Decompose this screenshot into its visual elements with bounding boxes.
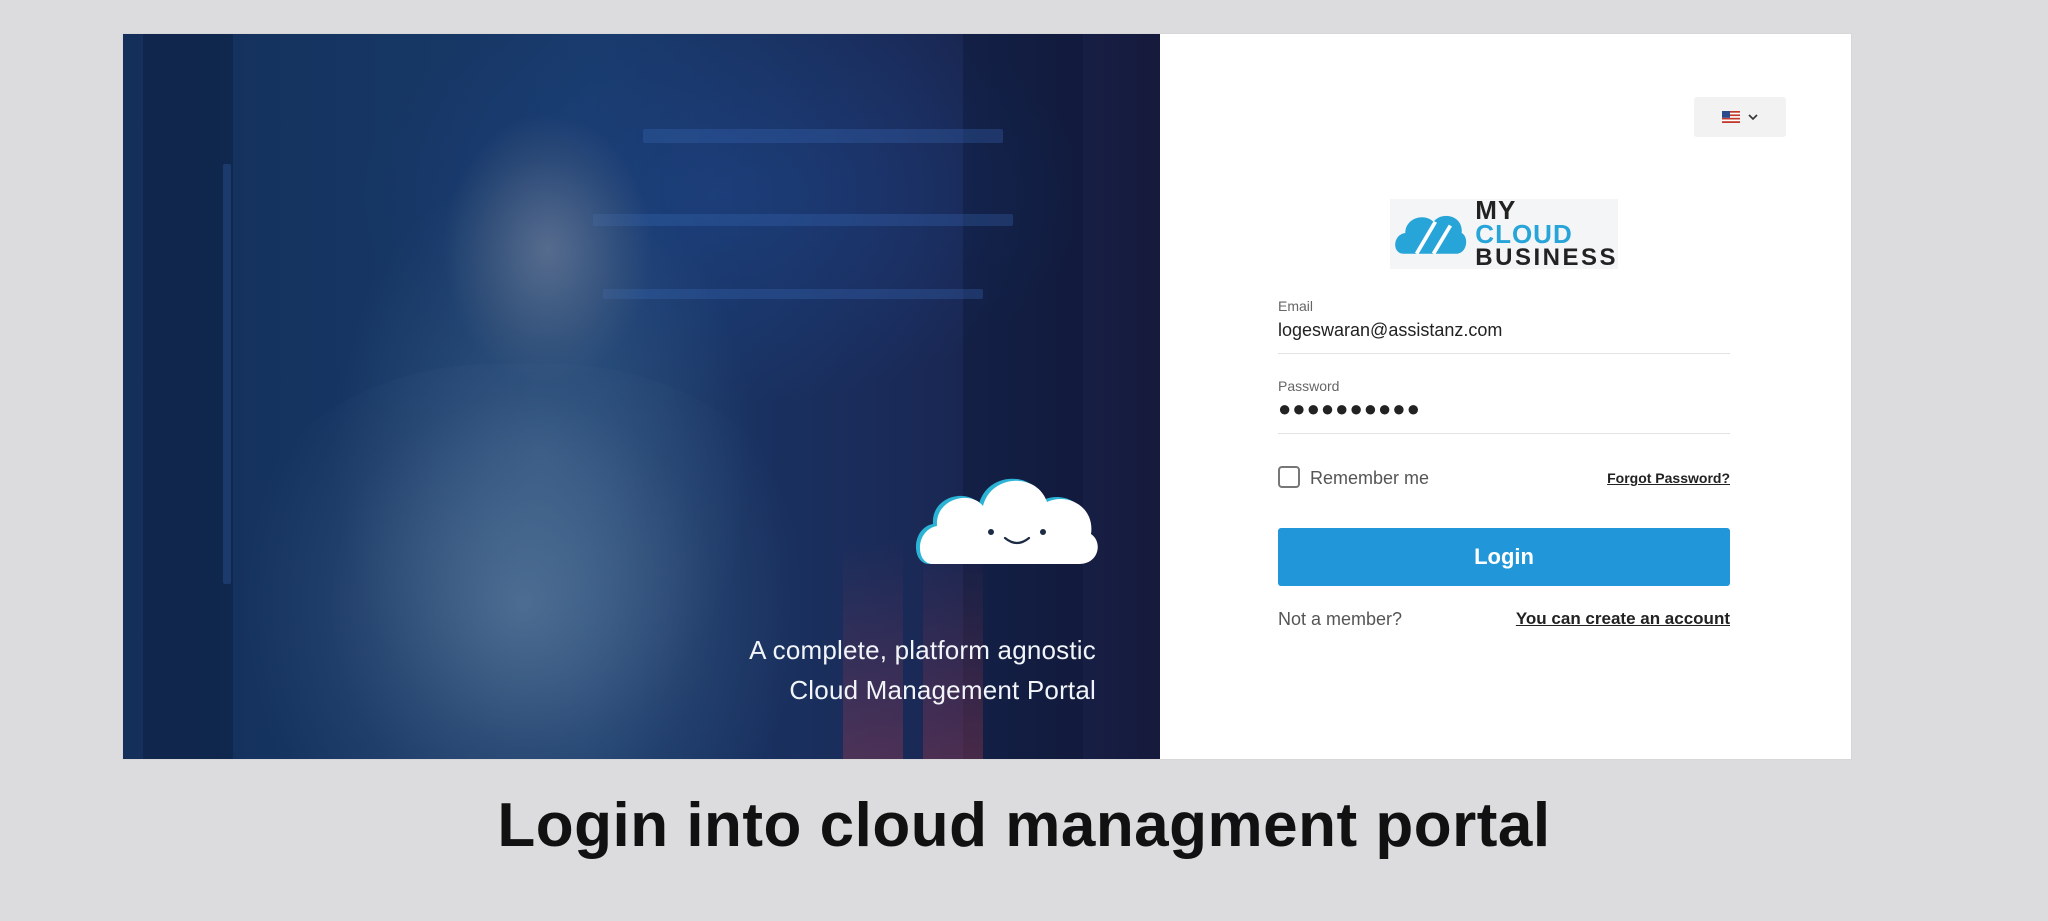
hero-panel: A complete, platform agnostic Cloud Mana…	[123, 34, 1160, 759]
us-flag-icon	[1722, 111, 1740, 123]
email-label: Email	[1278, 298, 1314, 314]
create-account-link[interactable]: You can create an account	[1516, 609, 1730, 629]
language-selector[interactable]	[1694, 97, 1786, 137]
logo-wordmark: MY CLOUD BUSINESS	[1475, 197, 1618, 271]
hero-tagline-line1: A complete, platform agnostic	[749, 635, 1096, 665]
person-silhouette	[243, 364, 803, 759]
person-head	[443, 114, 653, 384]
not-member-text: Not a member?	[1278, 609, 1403, 629]
company-logo: MY CLOUD BUSINESS	[1390, 197, 1618, 271]
remember-me-label: Remember me	[1310, 468, 1430, 488]
chevron-down-icon	[1748, 114, 1758, 121]
password-underline	[1278, 433, 1730, 434]
forgot-password-link[interactable]: Forgot Password?	[1607, 470, 1730, 486]
password-field[interactable]: ●●●●●●●●●●	[1278, 396, 1421, 422]
background-shelf	[223, 164, 231, 584]
server-rack	[143, 34, 233, 759]
hero-tagline: A complete, platform agnostic Cloud Mana…	[749, 630, 1096, 710]
email-underline	[1278, 353, 1730, 354]
smiling-cloud-icon	[915, 478, 1098, 564]
password-label: Password	[1278, 378, 1340, 394]
logo-word-business: BUSINESS	[1475, 244, 1618, 271]
page-caption: Login into cloud managment portal	[497, 791, 1551, 860]
cloud-logo-icon	[1395, 215, 1467, 255]
login-screenshot-frame: A complete, platform agnostic Cloud Mana…	[123, 34, 1851, 759]
remember-me-checkbox[interactable]	[1278, 466, 1300, 488]
login-form-panel	[1160, 34, 1851, 759]
background-shelf	[603, 289, 983, 299]
hero-tagline-line2: Cloud Management Portal	[789, 675, 1096, 705]
login-button[interactable]: Login	[1278, 528, 1730, 586]
email-field[interactable]: logeswaran@assistanz.com	[1278, 320, 1502, 341]
background-shelf	[593, 214, 1013, 226]
background-shelf	[643, 129, 1003, 143]
